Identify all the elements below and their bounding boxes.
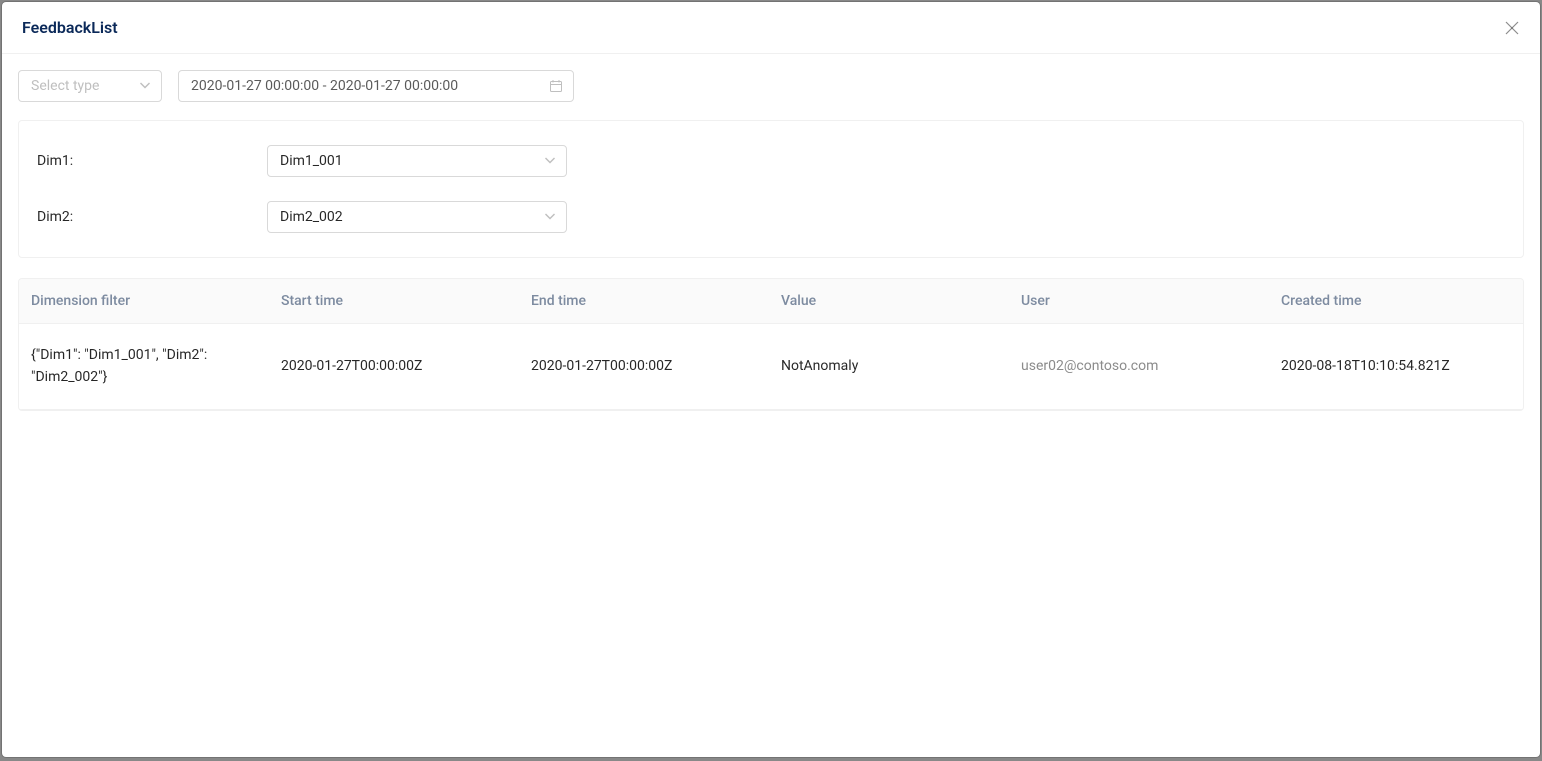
cell-value: NotAnomaly — [769, 324, 1009, 410]
feedback-list-modal: FeedbackList Select type 2020-01-27 00:0… — [2, 2, 1540, 757]
dim1-label: Dim1: — [37, 153, 267, 169]
header-end-time: End time — [519, 279, 769, 324]
date-range-value: 2020-01-27 00:00:00 - 2020-01-27 00:00:0… — [191, 78, 458, 94]
dim2-select[interactable]: Dim2_002 — [267, 201, 567, 233]
select-type-placeholder: Select type — [31, 78, 99, 94]
top-filter-row: Select type 2020-01-27 00:00:00 - 2020-0… — [18, 70, 1524, 102]
header-start-time: Start time — [269, 279, 519, 324]
dim1-row: Dim1: Dim1_001 — [37, 145, 1505, 177]
calendar-icon — [549, 79, 563, 93]
chevron-down-icon — [544, 155, 556, 167]
dim1-select[interactable]: Dim1_001 — [267, 145, 567, 177]
header-dimension-filter: Dimension filter — [19, 279, 269, 324]
cell-user: user02@contoso.com — [1009, 324, 1269, 410]
cell-start-time: 2020-01-27T00:00:00Z — [269, 324, 519, 410]
date-range-picker[interactable]: 2020-01-27 00:00:00 - 2020-01-27 00:00:0… — [178, 70, 574, 102]
table-row: {"Dim1": "Dim1_001", "Dim2": "Dim2_002"}… — [19, 324, 1523, 410]
modal-header: FeedbackList — [2, 2, 1540, 54]
header-created-time: Created time — [1269, 279, 1523, 324]
modal-body: Select type 2020-01-27 00:00:00 - 2020-0… — [2, 54, 1540, 757]
feedback-table: Dimension filter Start time End time Val… — [19, 279, 1523, 410]
header-user: User — [1009, 279, 1269, 324]
cell-end-time: 2020-01-27T00:00:00Z — [519, 324, 769, 410]
dim2-label: Dim2: — [37, 209, 267, 225]
close-icon[interactable] — [1504, 20, 1520, 36]
feedback-table-container: Dimension filter Start time End time Val… — [18, 278, 1524, 411]
chevron-down-icon — [544, 211, 556, 223]
chevron-down-icon — [139, 80, 151, 92]
dim2-select-value: Dim2_002 — [280, 209, 343, 225]
select-type[interactable]: Select type — [18, 70, 162, 102]
dim1-select-value: Dim1_001 — [280, 153, 343, 169]
dimension-panel: Dim1: Dim1_001 Dim2: Dim2_002 — [18, 120, 1524, 258]
cell-created-time: 2020-08-18T10:10:54.821Z — [1269, 324, 1523, 410]
dim2-row: Dim2: Dim2_002 — [37, 201, 1505, 233]
modal-title: FeedbackList — [22, 18, 118, 37]
cell-dimension-filter: {"Dim1": "Dim1_001", "Dim2": "Dim2_002"} — [19, 324, 269, 410]
header-value: Value — [769, 279, 1009, 324]
table-header-row: Dimension filter Start time End time Val… — [19, 279, 1523, 324]
